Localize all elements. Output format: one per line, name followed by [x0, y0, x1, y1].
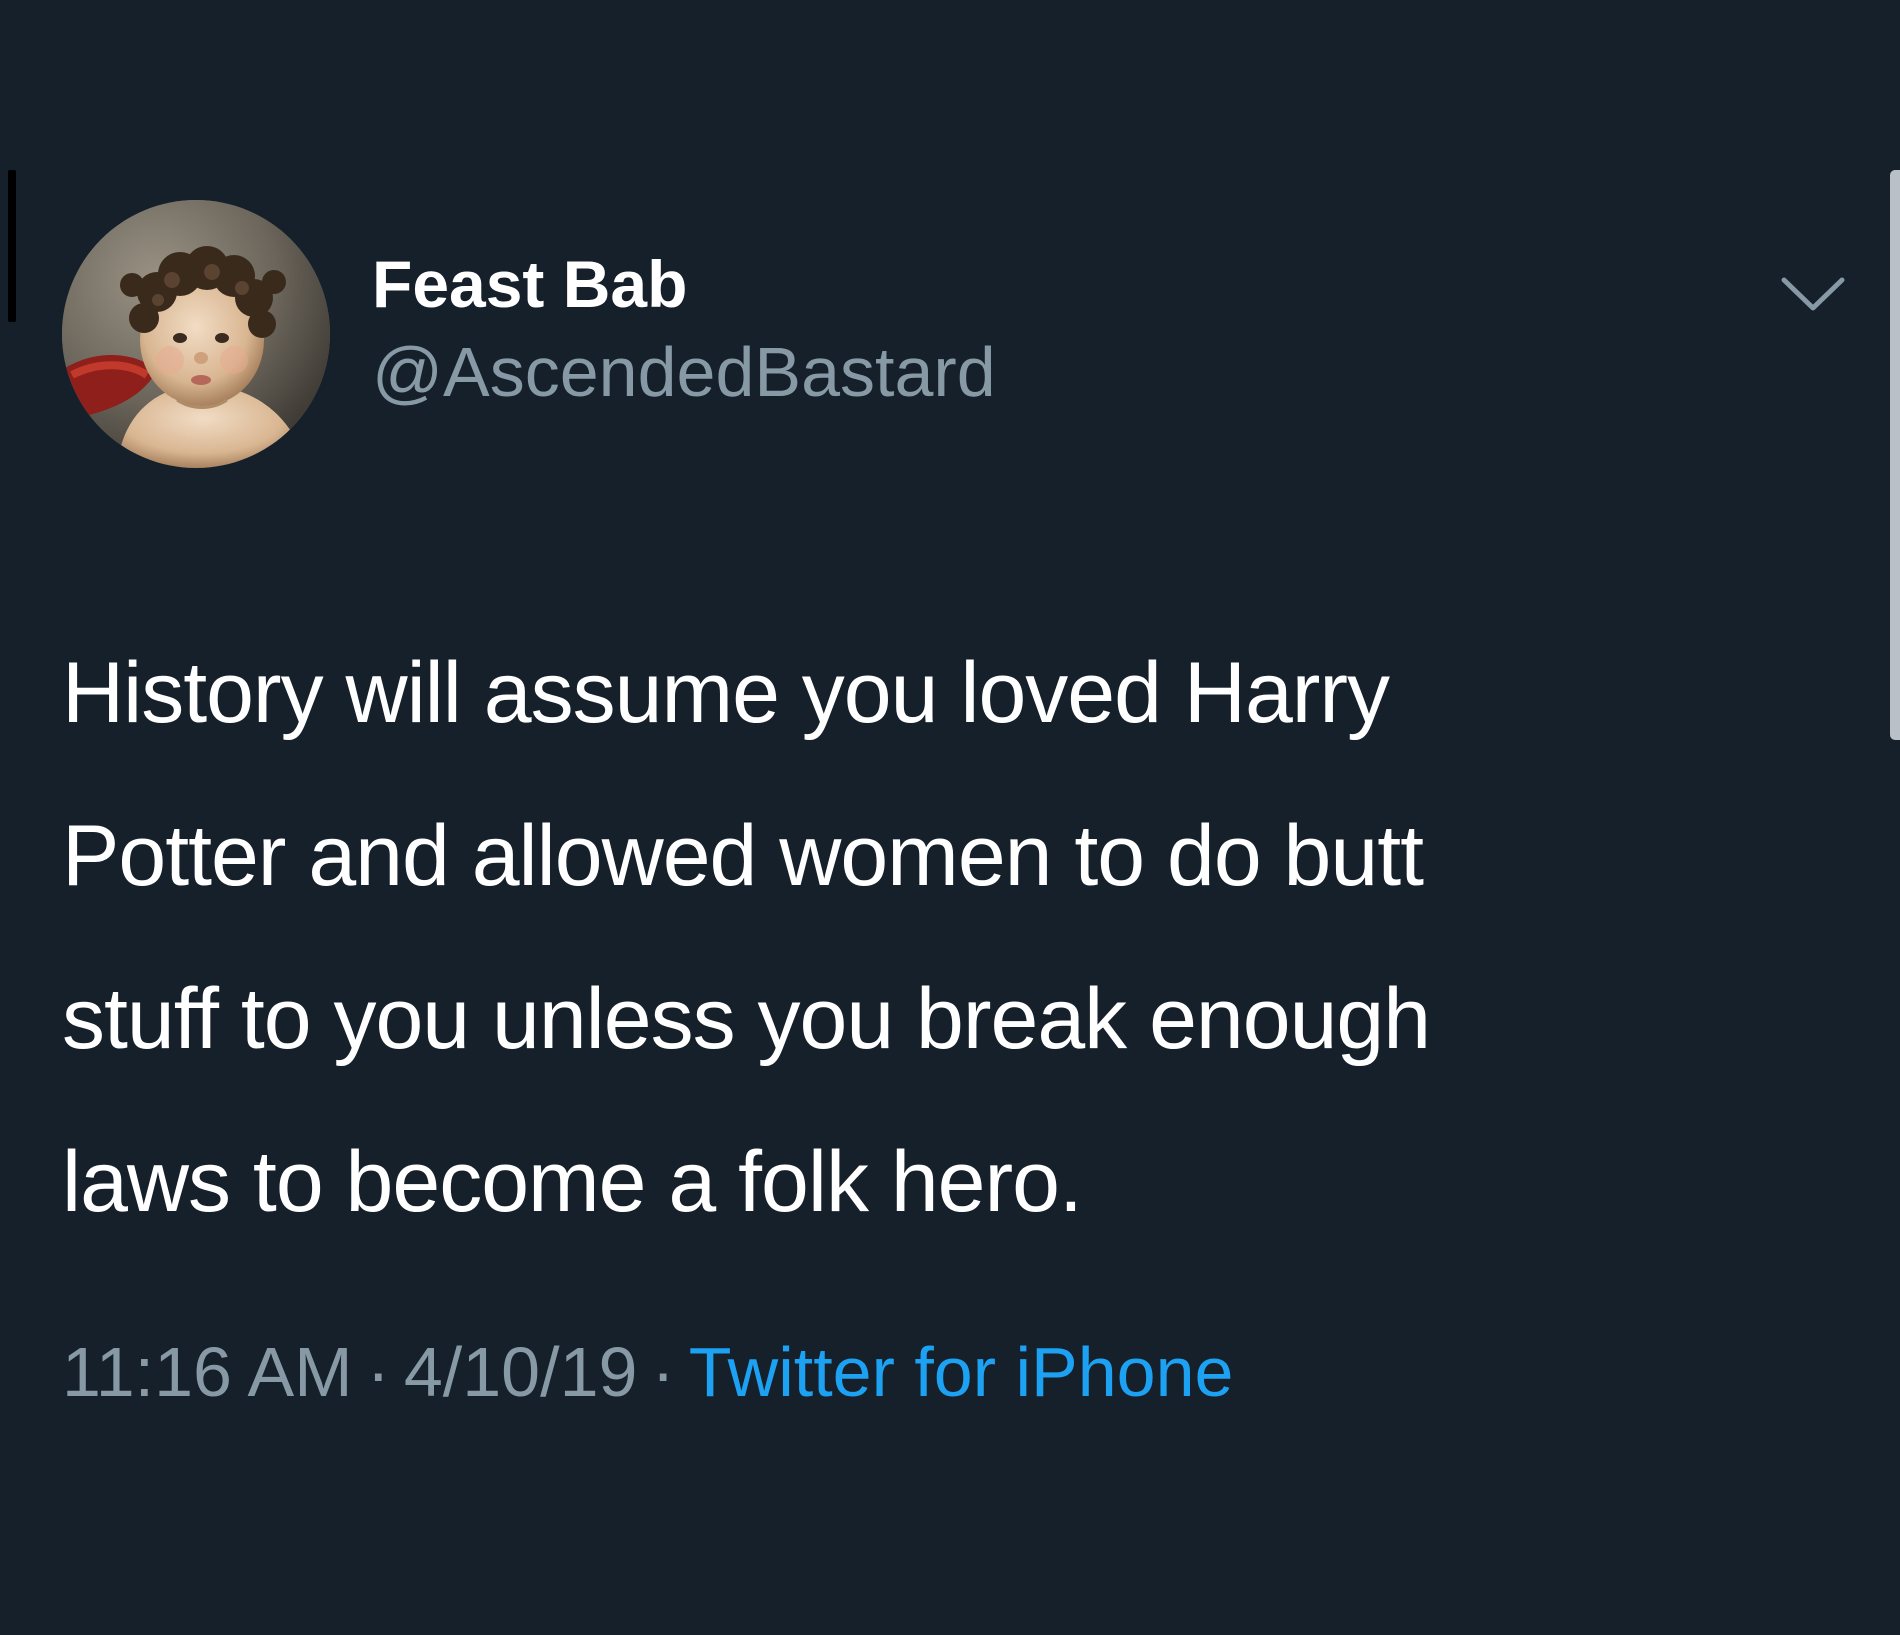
- tweet-metadata: 11:16 AM · 4/10/19 · Twitter for iPhone: [62, 1330, 1233, 1414]
- author-info: Feast Bab @AscendedBastard: [372, 244, 996, 420]
- chevron-down-icon[interactable]: [1778, 272, 1848, 318]
- author-display-name[interactable]: Feast Bab: [372, 244, 996, 324]
- tweet-text-line: Potter and allowed women to do butt: [62, 808, 1424, 904]
- tweet-card: Feast Bab @AscendedBastard History will …: [0, 0, 1900, 1635]
- tweet-text-line: History will assume you loved Harry: [62, 645, 1390, 741]
- tweet-text: History will assume you loved Harry Pott…: [62, 612, 1802, 1264]
- tweet-text-line: laws to become a folk hero.: [62, 1134, 1083, 1230]
- tweet-date[interactable]: 4/10/19: [404, 1333, 638, 1411]
- meta-separator: ·: [651, 1333, 675, 1411]
- tweet-source-link[interactable]: Twitter for iPhone: [689, 1333, 1234, 1411]
- tweet-text-line: stuff to you unless you break enough: [62, 971, 1431, 1067]
- avatar-painting-cherub: [62, 200, 330, 468]
- meta-separator: ·: [366, 1333, 390, 1411]
- chevron-down-icon-glyph: [1781, 277, 1845, 311]
- author-handle[interactable]: @AscendedBastard: [372, 324, 996, 420]
- tweet-time[interactable]: 11:16 AM: [62, 1333, 353, 1411]
- author-avatar[interactable]: [62, 200, 330, 468]
